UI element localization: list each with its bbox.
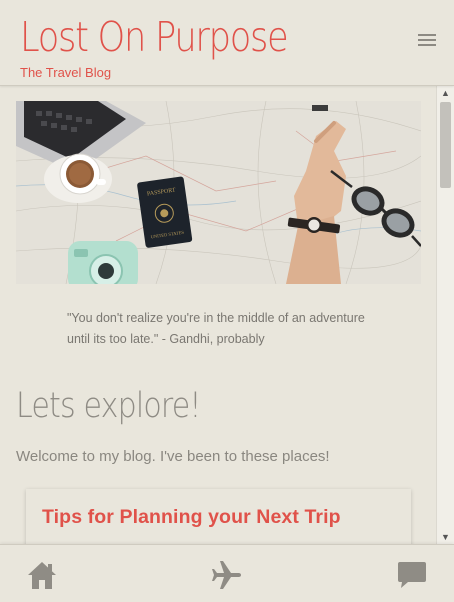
scroll-thumb[interactable] — [440, 102, 451, 188]
vertical-scrollbar[interactable]: ▲ ▼ — [436, 86, 454, 544]
hamburger-menu-icon[interactable] — [418, 34, 436, 48]
post-card-title[interactable]: Tips for Planning your Next Trip — [42, 506, 341, 529]
hero-quote: "You don't realize you're in the middle … — [67, 311, 365, 346]
chat-icon[interactable] — [396, 559, 428, 591]
hero-image: PASSPORT UNITED STATES — [16, 101, 421, 284]
scroll-down-icon[interactable]: ▼ — [437, 530, 454, 544]
site-subtitle: The Travel Blog — [20, 65, 112, 80]
bottom-navigation — [0, 544, 454, 602]
post-card[interactable]: Tips for Planning your Next Trip — [26, 489, 411, 544]
site-header: Lost On Purpose The Travel Blog — [0, 0, 454, 86]
home-icon[interactable] — [26, 559, 58, 591]
scroll-up-icon[interactable]: ▲ — [437, 86, 454, 100]
site-title[interactable]: Lost On Purpose — [20, 12, 289, 62]
welcome-text: Welcome to my blog. I've been to these p… — [16, 448, 330, 465]
section-title: Lets explore! — [16, 386, 201, 426]
airplane-icon[interactable] — [211, 559, 243, 591]
main-content: PASSPORT UNITED STATES "You don't realiz… — [0, 86, 437, 544]
